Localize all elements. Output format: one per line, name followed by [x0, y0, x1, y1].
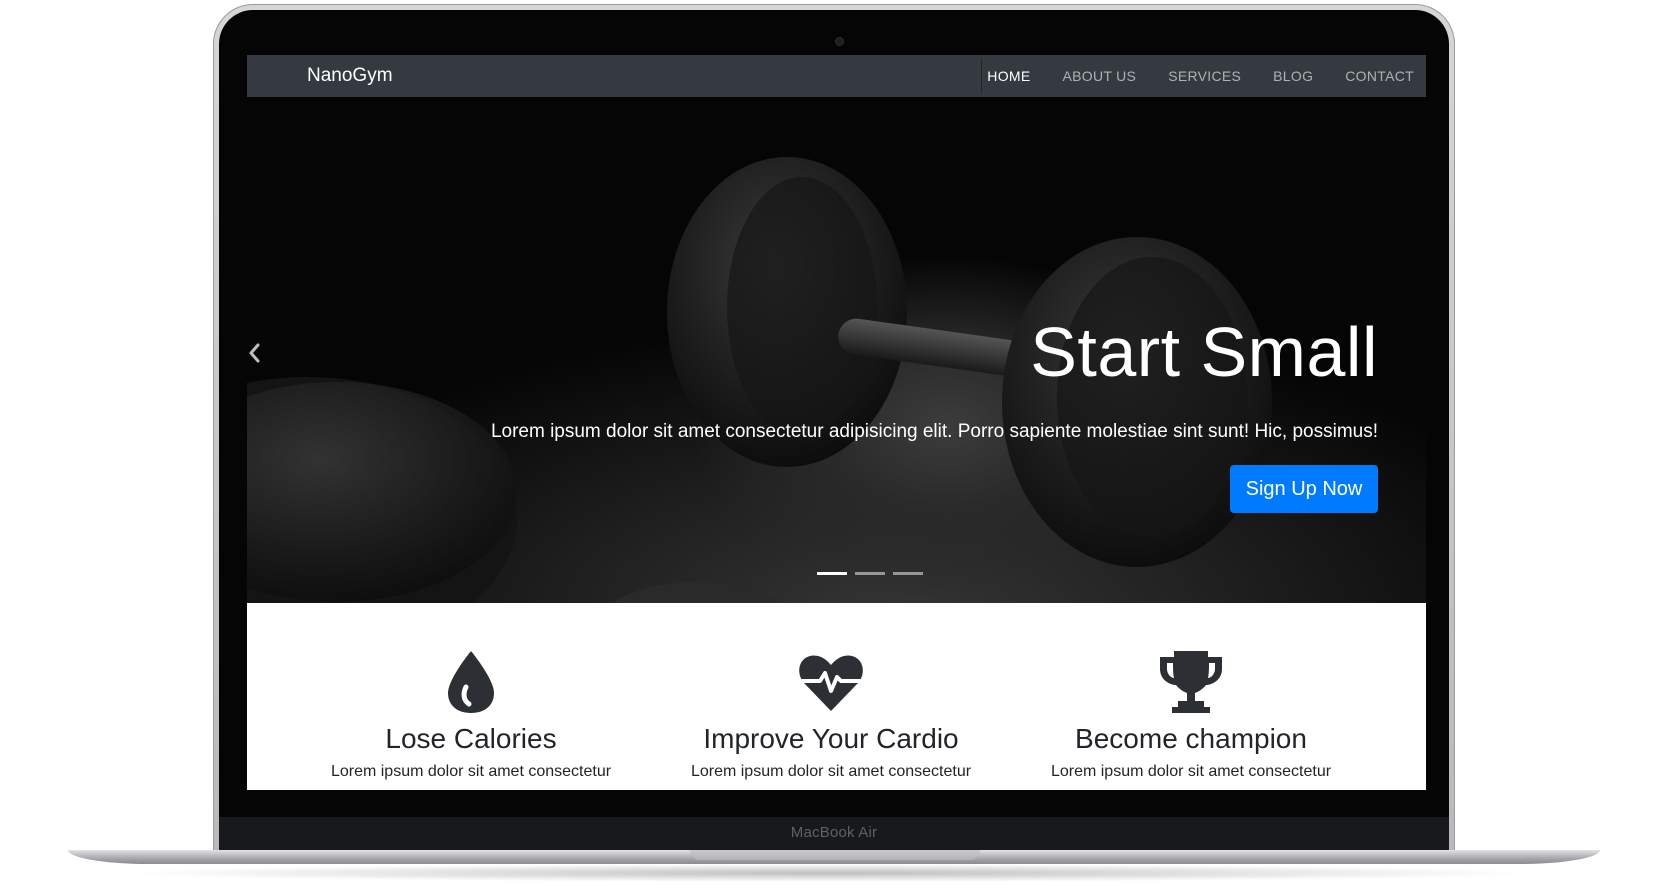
chevron-left-icon	[249, 343, 260, 363]
water-drop-icon	[448, 651, 494, 713]
carousel-indicator[interactable]	[817, 572, 847, 575]
navbar-divider	[981, 59, 982, 93]
laptop-notch	[690, 850, 980, 860]
laptop-shadow	[120, 864, 1540, 882]
nav-links: HOME ABOUT US SERVICES BLOG CONTACT	[987, 55, 1414, 97]
nav-link-contact[interactable]: CONTACT	[1345, 68, 1414, 84]
feature-title: Improve Your Cardio	[703, 723, 959, 754]
nav-link-home[interactable]: HOME	[987, 68, 1030, 84]
feature-title: Lose Calories	[385, 723, 557, 754]
carousel-indicator[interactable]	[893, 572, 923, 575]
carousel-indicators	[817, 572, 923, 575]
navbar: NanoGym HOME ABOUT US SERVICES BLOG CONT…	[247, 55, 1426, 97]
hero-carousel: Start Small Lorem ipsum dolor sit amet c…	[247, 97, 1426, 603]
nav-link-blog[interactable]: BLOG	[1273, 68, 1313, 84]
features-section: Lose Calories Lorem ipsum dolor sit amet…	[247, 603, 1426, 790]
sign-up-button[interactable]: Sign Up Now	[1230, 465, 1378, 513]
website-screen: NanoGym HOME ABOUT US SERVICES BLOG CONT…	[247, 55, 1426, 790]
carousel-prev-button[interactable]	[247, 342, 267, 372]
heartbeat-icon	[799, 655, 863, 711]
feature-text: Lorem ipsum dolor sit amet consectetur	[690, 763, 972, 780]
feature-text: Lorem ipsum dolor sit amet consectetur	[1050, 763, 1332, 780]
navbar-brand[interactable]: NanoGym	[307, 55, 393, 97]
hero-title: Start Small	[1030, 313, 1378, 391]
nav-link-about-us[interactable]: ABOUT US	[1062, 68, 1136, 84]
feature-title: Become champion	[1075, 723, 1307, 754]
carousel-indicator[interactable]	[855, 572, 885, 575]
camera-icon	[836, 38, 843, 45]
device-label: MacBook Air	[790, 824, 878, 841]
hero-subtitle: Lorem ipsum dolor sit amet consectetur a…	[490, 421, 1378, 442]
trophy-icon	[1160, 651, 1222, 713]
nav-link-services[interactable]: SERVICES	[1168, 68, 1241, 84]
laptop-mockup: MacBook Air NanoGym HOME ABOUT US SERVIC…	[0, 0, 1666, 895]
feature-text: Lorem ipsum dolor sit amet consectetur	[330, 763, 612, 780]
